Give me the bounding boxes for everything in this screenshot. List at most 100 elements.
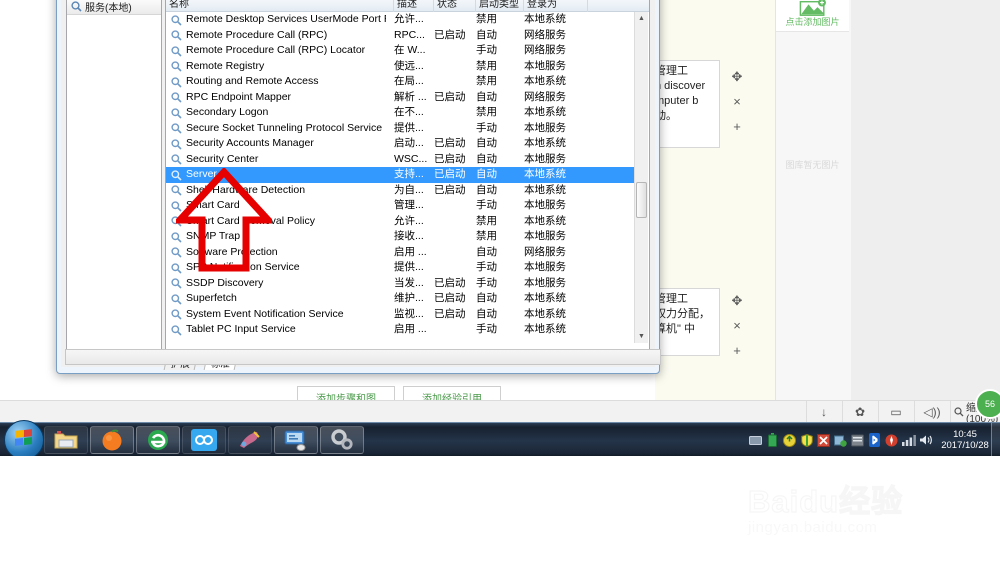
- system-tray[interactable]: 10:45 2017/10/28: [747, 423, 1000, 457]
- cell-status: 已启动: [434, 168, 466, 180]
- column-header-name[interactable]: 名称: [166, 0, 394, 12]
- column-header-description[interactable]: 描述: [394, 0, 434, 12]
- image-viewer-toolbar[interactable]: ↓ ✿ ▭ ◁)) 缩放(100%): [0, 400, 1000, 425]
- cell-logon: 本地服务: [524, 199, 566, 211]
- table-row[interactable]: Software Protection 启用 ... 自动 网络服务: [166, 245, 636, 261]
- services-tree-root[interactable]: 服务(本地): [67, 0, 161, 15]
- table-row[interactable]: SNMP Trap 接收... 禁用 本地服务: [166, 229, 636, 245]
- taskbar-button-orange-browser[interactable]: [90, 426, 134, 454]
- add-icon[interactable]: +: [733, 338, 741, 363]
- gallery-column: [775, 0, 852, 408]
- table-row[interactable]: SPP Notification Service 提供... 手动 本地服务: [166, 260, 636, 276]
- table-row[interactable]: Remote Procedure Call (RPC) RPC... 已启动 自动 网络…: [166, 28, 636, 44]
- table-row[interactable]: Routing and Remote Access 在局... 禁用 本地系统: [166, 74, 636, 90]
- taskbar-button-gears-app[interactable]: [320, 426, 364, 454]
- cell-name: System Event Notification Service: [186, 307, 344, 320]
- note-text-1: 管理工 n discover mputer b 动。: [655, 65, 706, 122]
- table-row[interactable]: Remote Procedure Call (RPC) Locator 在 W..…: [166, 43, 636, 59]
- service-icon: [171, 216, 182, 227]
- network-error-icon[interactable]: [816, 433, 831, 448]
- taskbar-button-explorer[interactable]: [44, 426, 88, 454]
- start-button[interactable]: [4, 420, 44, 460]
- move-icon[interactable]: ✥: [732, 288, 743, 313]
- taskbar-button-ie[interactable]: [136, 426, 180, 454]
- service-icon: [171, 61, 182, 72]
- service-icon: [171, 30, 182, 41]
- window-icon[interactable]: ▭: [878, 401, 914, 423]
- cell-status: 已启动: [434, 152, 466, 165]
- table-row[interactable]: Remote Registry 使远... 禁用 本地服务: [166, 59, 636, 75]
- watermark-main-text: Baidu经验: [747, 484, 904, 519]
- table-row[interactable]: Security Center WSC... 已启动 自动 本地服务: [166, 152, 636, 168]
- add-icon[interactable]: +: [733, 114, 741, 139]
- cell-description: 提供...: [394, 261, 424, 273]
- close-icon[interactable]: ×: [733, 89, 741, 114]
- show-desktop-button[interactable]: [991, 423, 1000, 457]
- security-icon[interactable]: [884, 433, 899, 448]
- gear-icon[interactable]: ✿: [842, 401, 878, 423]
- column-header-startup[interactable]: 启动类型: [476, 0, 524, 12]
- note-tools-1[interactable]: ✥ × +: [726, 64, 748, 139]
- close-icon[interactable]: ×: [733, 313, 741, 338]
- shield-icon[interactable]: [799, 433, 814, 448]
- speaker-icon[interactable]: ◁)): [914, 401, 950, 423]
- service-icon: [171, 293, 182, 305]
- keyboard-icon[interactable]: [748, 433, 763, 448]
- cell-description: 允许...: [394, 214, 424, 227]
- note-tools-2[interactable]: ✥ × +: [726, 288, 748, 363]
- services-window[interactable]: 服务(本地) 名称 描述 状态 启动类型 登录为 Remote Desktop …: [56, 0, 661, 374]
- table-row[interactable]: Remote Desktop Services UserMode Port Re…: [166, 12, 636, 28]
- services-vertical-scrollbar[interactable]: ▲ ▼: [634, 12, 648, 343]
- cell-logon: 本地系统: [524, 106, 566, 118]
- cell-logon: 网络服务: [524, 90, 566, 103]
- update-icon[interactable]: [782, 433, 797, 448]
- table-row[interactable]: RPC Endpoint Mapper 解析 ... 已启动 自动 网络服务: [166, 90, 636, 106]
- watermark: Baidu经验 jingyan.baidu.com: [747, 484, 958, 547]
- table-row[interactable]: Security Accounts Manager 启动... 已启动 自动 本地系统: [166, 136, 636, 152]
- scrollbar-thumb[interactable]: [636, 182, 647, 218]
- column-header-logon[interactable]: 登录为: [524, 0, 588, 12]
- table-row[interactable]: Shell Hardware Detection 为自... 已启动 自动 本地系统: [166, 183, 636, 199]
- table-row[interactable]: Secure Socket Tunneling Protocol Service…: [166, 121, 636, 137]
- services-row-container[interactable]: Remote Desktop Services UserMode Port Re…: [166, 12, 636, 343]
- drive-icon[interactable]: [850, 433, 865, 448]
- windows-taskbar[interactable]: 10:45 2017/10/28: [0, 420, 1000, 460]
- service-icon: [171, 45, 182, 57]
- note-box-1[interactable]: 管理工 n discover mputer b 动。: [650, 60, 720, 148]
- scroll-up-arrow[interactable]: ▲: [635, 12, 648, 25]
- cell-description: WSC...: [394, 152, 428, 165]
- taskbar-button-baidu-cloud[interactable]: [182, 426, 226, 454]
- table-row[interactable]: Server 支持... 已启动 自动 本地系统: [166, 167, 636, 183]
- add-image-button[interactable]: 点击添加图片: [776, 0, 849, 32]
- table-row[interactable]: SSDP Discovery 当发... 已启动 手动 本地服务: [166, 276, 636, 292]
- taskbar-button-paint[interactable]: [228, 426, 272, 454]
- taskbar-button-services-mmc[interactable]: [274, 426, 318, 454]
- battery-icon[interactable]: [765, 433, 780, 448]
- column-header-status[interactable]: 状态: [434, 0, 476, 12]
- cell-description: 在 W...: [394, 44, 426, 56]
- clock[interactable]: 10:45 2017/10/28: [934, 429, 996, 451]
- table-row[interactable]: System Event Notification Service 监视... 已启…: [166, 307, 636, 323]
- table-row[interactable]: Smart Card 管理... 手动 本地服务: [166, 198, 636, 214]
- cell-logon: 网络服务: [524, 28, 566, 41]
- cell-name: Shell Hardware Detection: [186, 183, 306, 196]
- signal-icon[interactable]: [901, 433, 916, 448]
- services-list-pane[interactable]: 名称 描述 状态 启动类型 登录为 Remote Desktop Service…: [165, 0, 650, 357]
- move-icon[interactable]: ✥: [732, 64, 743, 89]
- note-box-2[interactable]: 管理工 权力分配， 算机" 中: [650, 288, 720, 356]
- services-tree-pane[interactable]: 服务(本地): [66, 0, 162, 357]
- cell-name: SPP Notification Service: [186, 261, 300, 273]
- volume-icon[interactable]: [918, 433, 933, 448]
- table-row[interactable]: Tablet PC Input Service 启用 ... 手动 本地系统: [166, 322, 636, 338]
- cell-startup: 禁用: [476, 230, 497, 242]
- sync-icon[interactable]: [833, 433, 848, 448]
- table-row[interactable]: Superfetch 维护... 已启动 自动 本地系统: [166, 291, 636, 307]
- cell-logon: 本地服务: [524, 276, 566, 289]
- table-row[interactable]: Smart Card Removal Policy 允许... 禁用 本地系统: [166, 214, 636, 230]
- service-icon: [171, 309, 182, 320]
- table-row[interactable]: Secondary Logon 在不... 禁用 本地系统: [166, 105, 636, 121]
- bluetooth-icon[interactable]: [867, 433, 882, 448]
- download-icon[interactable]: ↓: [806, 401, 842, 423]
- scroll-down-arrow[interactable]: ▼: [635, 330, 648, 343]
- status-badge[interactable]: 56: [975, 389, 1000, 419]
